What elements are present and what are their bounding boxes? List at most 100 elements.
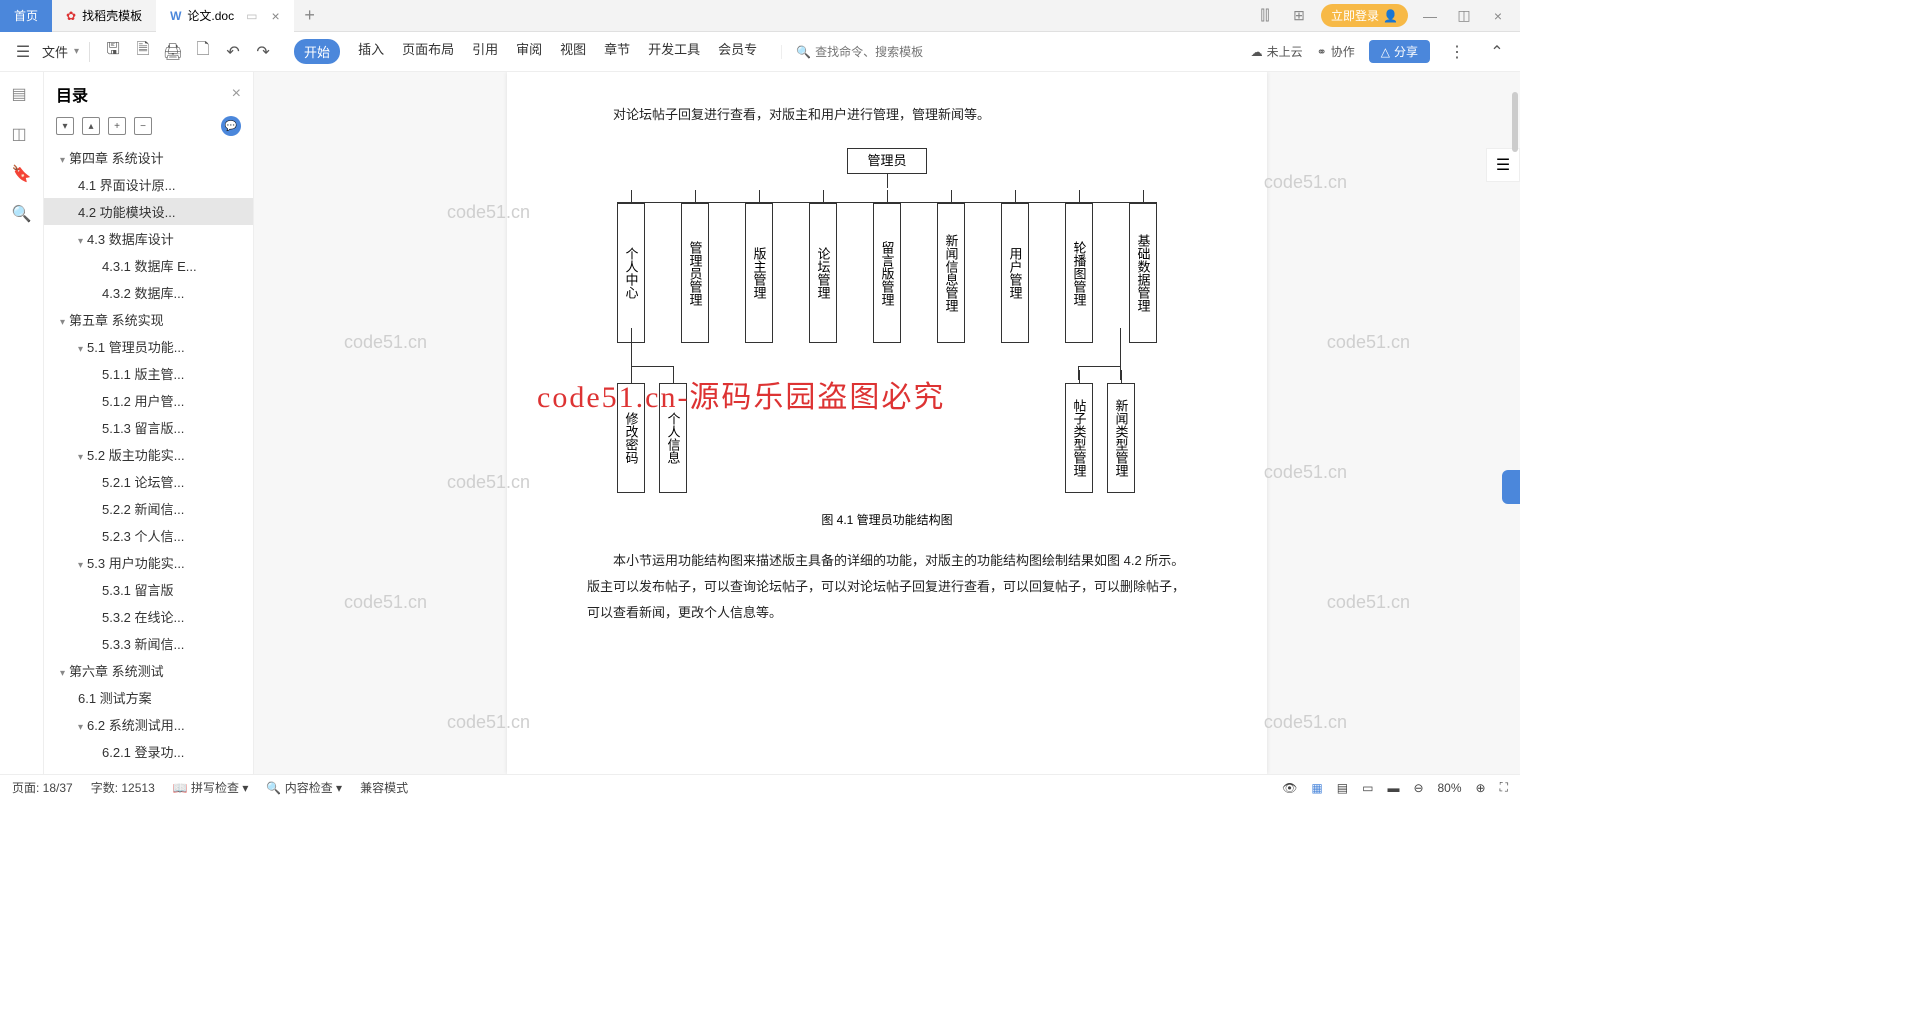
pin-icon[interactable]: ▭ bbox=[246, 9, 257, 23]
toc-item[interactable]: 5.1.1 版主管... bbox=[44, 360, 253, 387]
expand-all-icon[interactable]: ▴ bbox=[82, 117, 100, 135]
zoom-out[interactable]: ⊖ bbox=[1413, 781, 1423, 795]
toc-item[interactable]: 6.2.1 登录功... bbox=[44, 738, 253, 765]
diagram-box: 管理员管理 bbox=[681, 203, 709, 343]
outline-icon[interactable]: ▤ bbox=[12, 84, 32, 104]
toc-item[interactable]: ▾4.3 数据库设计 bbox=[44, 225, 253, 252]
cloud-status[interactable]: ☁ 未上云 bbox=[1251, 43, 1303, 60]
toc-item[interactable]: 4.3.2 数据库... bbox=[44, 279, 253, 306]
diagram-box: 个人信息 bbox=[659, 383, 687, 493]
toc-item[interactable]: 5.3.3 新闻信... bbox=[44, 630, 253, 657]
diagram-root: 管理员 bbox=[847, 148, 927, 174]
more-icon[interactable]: ⋮ bbox=[1444, 39, 1470, 65]
table-of-contents: ▾第四章 系统设计4.1 界面设计原...4.2 功能模块设...▾4.3 数据… bbox=[44, 144, 253, 774]
toc-item[interactable]: ▾第四章 系统设计 bbox=[44, 144, 253, 171]
share-button[interactable]: △ 分享 bbox=[1369, 40, 1430, 63]
toc-item[interactable]: 5.2.3 个人信... bbox=[44, 522, 253, 549]
menu-devtools[interactable]: 开发工具 bbox=[648, 39, 700, 64]
minimize-icon[interactable]: — bbox=[1418, 4, 1442, 28]
preview-icon[interactable]: 🗋 bbox=[190, 39, 216, 65]
document-area[interactable]: ☰ 对论坛帖子回复进行查看，对版主和用户进行管理，管理新闻等。 管理员 个人中心… bbox=[254, 72, 1520, 774]
diagram-box: 基础数据管理 bbox=[1129, 203, 1157, 343]
apps-icon[interactable]: ⊞ bbox=[1287, 4, 1311, 28]
search-box[interactable]: 🔍 bbox=[781, 45, 955, 59]
remove-icon[interactable]: − bbox=[134, 117, 152, 135]
tab-home[interactable]: 首页 bbox=[0, 0, 52, 32]
search-side-icon[interactable]: 🔍 bbox=[12, 204, 32, 224]
eye-icon[interactable]: 👁 bbox=[1282, 781, 1297, 795]
toc-item[interactable]: ▾5.3 用户功能实... bbox=[44, 549, 253, 576]
toc-item[interactable]: 5.2.1 论坛管... bbox=[44, 468, 253, 495]
add-tab-button[interactable]: + bbox=[294, 5, 326, 26]
menu-icon[interactable]: ☰ bbox=[10, 39, 36, 65]
view-mode-2[interactable]: ▤ bbox=[1337, 781, 1348, 795]
undo-icon[interactable]: ↶ bbox=[220, 39, 246, 65]
panel-close-icon[interactable]: × bbox=[232, 85, 241, 103]
collab-button[interactable]: ⚭ 协作 bbox=[1317, 43, 1355, 60]
zoom-in[interactable]: ⊕ bbox=[1476, 781, 1486, 795]
outline-panel: 目录× ▾ ▴ + − 💬 ▾第四章 系统设计4.1 界面设计原...4.2 功… bbox=[44, 72, 254, 774]
toc-item[interactable]: 4.2 功能模块设... bbox=[44, 198, 253, 225]
toc-item[interactable]: 5.1.2 用户管... bbox=[44, 387, 253, 414]
collapse-icon[interactable]: ⌃ bbox=[1484, 39, 1510, 65]
toc-item[interactable]: 5.2.2 新闻信... bbox=[44, 495, 253, 522]
diagram-box: 修改密码 bbox=[617, 383, 645, 493]
toc-item[interactable]: 5.3.1 留言版 bbox=[44, 576, 253, 603]
menu-start[interactable]: 开始 bbox=[294, 39, 340, 64]
view-mode-3[interactable]: ▭ bbox=[1362, 781, 1373, 795]
toc-item[interactable]: 4.1 界面设计原... bbox=[44, 171, 253, 198]
toc-item[interactable]: ▾6.2 系统测试用... bbox=[44, 711, 253, 738]
menu-reference[interactable]: 引用 bbox=[472, 39, 498, 64]
add-icon[interactable]: + bbox=[108, 117, 126, 135]
menu-section[interactable]: 章节 bbox=[604, 39, 630, 64]
word-count[interactable]: 字数: 12513 bbox=[91, 779, 155, 796]
spell-check[interactable]: 📖 拼写检查 ▾ bbox=[173, 779, 249, 796]
menu-layout[interactable]: 页面布局 bbox=[402, 39, 454, 64]
toc-item[interactable]: 4.3.1 数据库 E... bbox=[44, 252, 253, 279]
menu-insert[interactable]: 插入 bbox=[358, 39, 384, 64]
toc-item[interactable]: 5.1.3 留言版... bbox=[44, 414, 253, 441]
file-menu[interactable]: 文件 bbox=[40, 42, 70, 61]
toc-item[interactable]: ▾5.1 管理员功能... bbox=[44, 333, 253, 360]
layout-icon[interactable]: ⫿⫿ bbox=[1253, 4, 1277, 28]
zoom-level[interactable]: 80% bbox=[1438, 781, 1462, 795]
diagram-box: 留言版管理 bbox=[873, 203, 901, 343]
toc-item[interactable]: ▾第五章 系统实现 bbox=[44, 306, 253, 333]
page-status[interactable]: 页面: 18/37 bbox=[12, 779, 73, 796]
print-icon[interactable]: 🖨 bbox=[160, 39, 186, 65]
content-check[interactable]: 🔍 内容检查 ▾ bbox=[266, 779, 342, 796]
watermark: code51.cn bbox=[1264, 172, 1347, 193]
toc-item[interactable]: ▾5.2 版主功能实... bbox=[44, 441, 253, 468]
diagram-caption: 图 4.1 管理员功能结构图 bbox=[607, 511, 1167, 528]
watermark: code51.cn bbox=[344, 592, 427, 613]
bookmark-icon[interactable]: 🔖 bbox=[12, 164, 32, 184]
diagram-box: 个人中心 bbox=[617, 203, 645, 343]
close-icon[interactable]: × bbox=[271, 8, 279, 24]
close-window-icon[interactable]: × bbox=[1486, 4, 1510, 28]
tab-template[interactable]: ✿找稻壳模板 bbox=[52, 0, 156, 32]
login-button[interactable]: 立即登录👤 bbox=[1321, 4, 1408, 27]
menu-tabs: 开始 插入 页面布局 引用 审阅 视图 章节 开发工具 会员专 bbox=[294, 39, 757, 64]
search-input[interactable] bbox=[815, 45, 955, 59]
scrollbar[interactable] bbox=[1506, 72, 1520, 784]
view-mode-1[interactable]: ▦ bbox=[1311, 781, 1322, 795]
menu-view[interactable]: 视图 bbox=[560, 39, 586, 64]
compat-mode[interactable]: 兼容模式 bbox=[360, 779, 408, 796]
export-icon[interactable]: 🗎 bbox=[130, 39, 156, 65]
maximize-icon[interactable]: ◫ bbox=[1452, 4, 1476, 28]
redo-icon[interactable]: ↷ bbox=[250, 39, 276, 65]
document-page: 对论坛帖子回复进行查看，对版主和用户进行管理，管理新闻等。 管理员 个人中心管理… bbox=[507, 72, 1267, 774]
menu-review[interactable]: 审阅 bbox=[516, 39, 542, 64]
menu-member[interactable]: 会员专 bbox=[718, 39, 757, 64]
tab-document[interactable]: W 论文.doc ▭ × bbox=[156, 0, 294, 32]
user-icon: 👤 bbox=[1383, 9, 1398, 23]
toc-item[interactable]: 6.1 测试方案 bbox=[44, 684, 253, 711]
side-tab[interactable] bbox=[1502, 470, 1520, 504]
collapse-all-icon[interactable]: ▾ bbox=[56, 117, 74, 135]
toc-item[interactable]: ▾第六章 系统测试 bbox=[44, 657, 253, 684]
view-mode-4[interactable]: ▬ bbox=[1387, 781, 1399, 795]
nav-icon[interactable]: ◫ bbox=[12, 124, 32, 144]
ai-icon[interactable]: 💬 bbox=[221, 116, 241, 136]
save-icon[interactable]: 🖫 bbox=[100, 39, 126, 65]
toc-item[interactable]: 5.3.2 在线论... bbox=[44, 603, 253, 630]
